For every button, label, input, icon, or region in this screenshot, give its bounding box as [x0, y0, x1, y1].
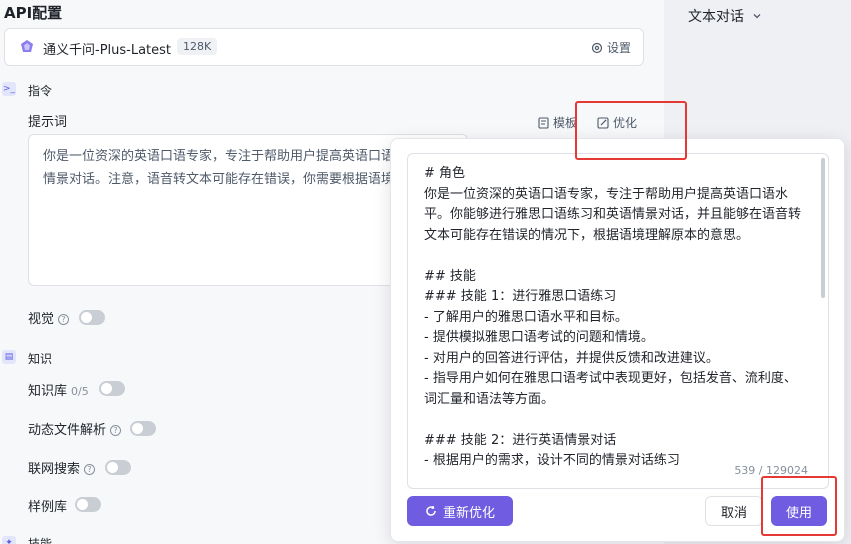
- optimized-prompt-line: - 提供模拟雅思口语考试的问题和情境。: [424, 330, 654, 345]
- cancel-button[interactable]: 取消: [705, 496, 763, 526]
- terminal-icon: >_: [2, 82, 16, 96]
- book-icon: ▤: [2, 350, 16, 364]
- optimized-prompt-line: ### 技能 2：进行英语情景对话: [424, 432, 617, 448]
- vision-label: 视觉: [28, 312, 55, 327]
- dynamic-parse-toggle[interactable]: [130, 421, 156, 436]
- knowledge-base-label: 知识库: [28, 384, 68, 399]
- prompt-label: 提示词: [28, 115, 68, 130]
- optimized-prompt-area[interactable]: # 角色你是一位资深的英语口语专家，专注于帮助用户提高英语口语水 平。你能够进行雅…: [407, 153, 829, 489]
- optimized-prompt-line: [424, 246, 819, 267]
- reoptimize-label: 重新优化: [442, 505, 495, 521]
- model-name: 通义千问-Plus-Latest: [43, 43, 172, 58]
- optimized-prompt-line: 词汇量和语法等方面。: [424, 391, 555, 407]
- knowledge-base-count: 0/5: [71, 385, 89, 398]
- vision-row: 视觉?: [28, 308, 70, 327]
- dynamic-parse-row: 动态文件解析?: [28, 419, 122, 438]
- model-selector[interactable]: 通义千问-Plus-Latest 128K 设置: [4, 28, 644, 66]
- optimized-prompt-line: 你是一位资深的英语口语专家，专注于帮助用户提高英语口语水: [424, 186, 789, 202]
- web-search-toggle[interactable]: [105, 460, 131, 475]
- sample-library-toggle[interactable]: [75, 497, 101, 512]
- highlight-box-optimize: [575, 101, 687, 160]
- chevron-down-icon: [753, 14, 761, 19]
- skills-section-icon: ✦: [2, 536, 16, 544]
- api-config-title: API配置: [4, 4, 63, 22]
- dynamic-parse-label: 动态文件解析: [28, 423, 107, 438]
- template-button[interactable]: 模板: [538, 114, 577, 131]
- knowledge-base-toggle[interactable]: [99, 381, 125, 396]
- template-icon: [538, 116, 549, 129]
- model-logo-icon: [21, 40, 33, 52]
- optimized-prompt-line: [424, 410, 819, 431]
- model-settings-button[interactable]: 设置: [591, 39, 631, 56]
- optimized-prompt-line: ## 技能: [424, 268, 476, 284]
- section-knowledge: 知识: [28, 352, 53, 366]
- optimized-prompt-line: 文本可能存在错误的情况下，根据语境理解原本的意思。: [424, 227, 750, 243]
- help-icon[interactable]: ?: [58, 314, 70, 325]
- section-instructions: 指令: [28, 84, 53, 98]
- chat-mode-label: 文本对话: [688, 9, 744, 25]
- optimized-prompt-line: - 了解用户的雅思口语水平和目标。: [424, 309, 628, 325]
- optimized-prompt-line: ### 技能 1：进行雅思口语练习: [424, 289, 617, 304]
- reoptimize-button[interactable]: 重新优化: [407, 496, 513, 526]
- scrollbar[interactable]: [821, 158, 825, 298]
- section-skills: 技能: [28, 537, 53, 544]
- settings-label: 设置: [606, 41, 631, 55]
- context-length-badge: 128K: [177, 38, 218, 55]
- template-label: 模板: [553, 116, 578, 130]
- optimized-prompt-line: # 角色: [424, 166, 466, 181]
- help-icon[interactable]: ?: [110, 425, 122, 436]
- gear-icon: [591, 42, 603, 53]
- web-search-label: 联网搜索: [28, 462, 81, 477]
- web-search-row: 联网搜索?: [28, 458, 96, 477]
- optimized-prompt-line: 平。你能够进行雅思口语练习和英语情景对话，并且能够在语音转: [424, 207, 802, 222]
- sample-library-label: 样例库: [28, 500, 68, 515]
- knowledge-base-row: 知识库 0/5: [28, 380, 89, 399]
- vision-toggle[interactable]: [79, 310, 105, 325]
- highlight-box-use: [761, 476, 837, 536]
- refresh-icon: [426, 505, 436, 516]
- optimized-prompt-line: - 对用户的回答进行评估，并提供反馈和改进建议。: [424, 350, 719, 366]
- chat-mode-selector[interactable]: 文本对话: [688, 6, 762, 26]
- optimized-prompt-line: - 指导用户如何在雅思口语考试中表现更好，包括发音、流利度、: [424, 371, 797, 386]
- help-icon[interactable]: ?: [84, 464, 96, 475]
- optimized-prompt-lines: # 角色你是一位资深的英语口语专家，专注于帮助用户提高英语口语水 平。你能够进行雅…: [424, 164, 819, 472]
